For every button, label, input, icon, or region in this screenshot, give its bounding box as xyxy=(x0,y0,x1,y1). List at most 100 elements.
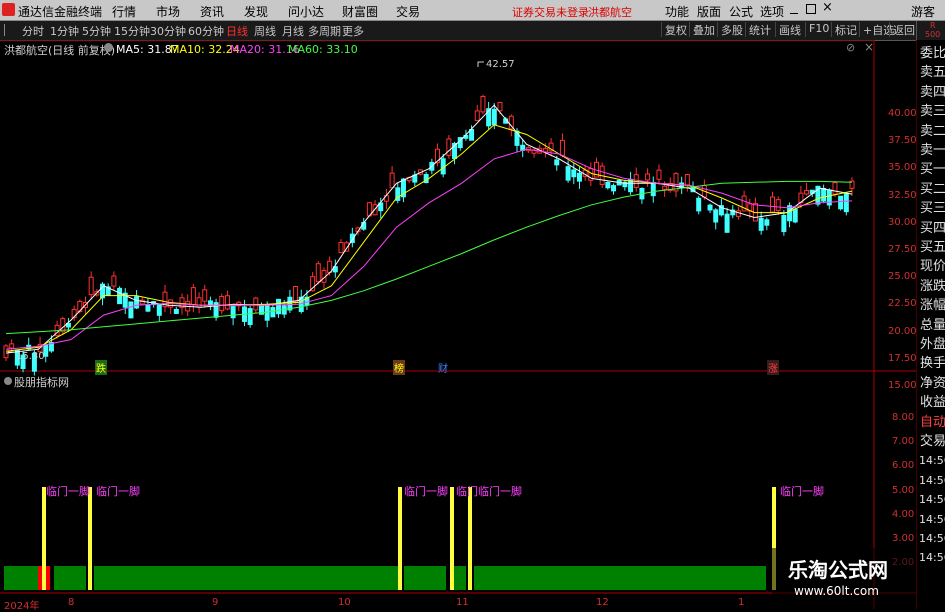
close-icon[interactable]: × xyxy=(822,0,833,15)
menu-trade[interactable]: 交易 xyxy=(396,3,420,20)
candle-body xyxy=(190,287,196,306)
period-tab-4[interactable]: 30分钟 xyxy=(150,23,186,39)
toolbar-right-button-3[interactable]: 统计 xyxy=(745,22,774,37)
toolbar-right-button-0[interactable]: 复权 xyxy=(661,22,690,37)
side-panel-item-6[interactable]: 买一 xyxy=(920,160,945,179)
candle-body xyxy=(389,172,395,189)
side-panel-item-0[interactable]: 委比 xyxy=(920,44,945,63)
period-tab-6[interactable]: 日线 xyxy=(226,23,248,39)
candle-body xyxy=(770,196,776,213)
event-marker-4[interactable]: 涨 xyxy=(767,360,779,375)
period-tab-2[interactable]: 5分钟 xyxy=(82,23,111,39)
menu-discover[interactable]: 发现 xyxy=(244,3,268,20)
signal-label-3: 临门一脚 xyxy=(404,485,448,498)
side-panel-item-1[interactable]: 卖五 xyxy=(920,63,945,82)
period-tab-1[interactable]: 1分钟 xyxy=(50,23,79,39)
side-panel-item-7[interactable]: 买二 xyxy=(920,180,945,199)
candle-body xyxy=(662,185,668,190)
toolbar-right-button-8[interactable]: 返回 xyxy=(889,22,918,37)
toolbar-right-button-6[interactable]: 标记 xyxy=(831,22,860,37)
menu-layout[interactable]: 版面 xyxy=(697,3,721,20)
side-panel-item-8[interactable]: 买三 xyxy=(920,199,945,218)
candle-body xyxy=(838,195,844,210)
side-panel-item-10[interactable]: 买五 xyxy=(920,238,945,257)
side-panel-item-13[interactable]: 涨幅 xyxy=(920,296,945,315)
period-tab-8[interactable]: 月线 xyxy=(282,23,304,39)
side-panel-item-14[interactable]: 总量 xyxy=(920,316,945,335)
side-panel-item-24[interactable]: 14:56 xyxy=(919,510,945,529)
side-panel-item-2[interactable]: 卖四 xyxy=(920,83,945,102)
menu-ask[interactable]: 问小达 xyxy=(288,3,324,20)
price-tick-2: 35.00 xyxy=(888,162,917,174)
candle-body xyxy=(781,214,787,233)
period-tab-5[interactable]: 60分钟 xyxy=(188,23,224,39)
side-panel-item-15[interactable]: 外盘 xyxy=(920,335,945,354)
period-tab-0[interactable]: 分时 xyxy=(22,23,44,39)
side-panel-item-3[interactable]: 卖三 xyxy=(920,102,945,121)
side-panel-item-22[interactable]: 14:56 xyxy=(919,471,945,490)
signal-bar-0 xyxy=(42,487,46,590)
candle-body xyxy=(156,304,162,316)
period-tab-7[interactable]: 周线 xyxy=(254,23,276,39)
period-tab-10[interactable]: 更多 xyxy=(342,23,364,39)
menu-wealth[interactable]: 财富圈 xyxy=(342,3,378,20)
period-tab-3[interactable]: 15分钟 xyxy=(114,23,150,39)
menu-market[interactable]: 市场 xyxy=(156,3,180,20)
indicator-tick-4: 4.00 xyxy=(892,508,915,520)
menu-quotes[interactable]: 行情 xyxy=(112,3,136,20)
candle-body xyxy=(128,301,134,319)
toolbar-right-button-5[interactable]: F10 xyxy=(805,22,832,37)
side-panel-item-21[interactable]: 14:56 xyxy=(919,451,945,470)
minimize-icon[interactable] xyxy=(790,5,798,14)
toolbar-right-button-2[interactable]: 多股 xyxy=(717,22,746,37)
menu-function[interactable]: 功能 xyxy=(665,3,689,20)
toolbar-right-button-1[interactable]: 叠加 xyxy=(689,22,718,37)
side-panel-item-23[interactable]: 14:56 xyxy=(919,490,945,509)
stock-name: 洪都航空 xyxy=(588,6,632,19)
toolbar-right-button-4[interactable]: 画线 xyxy=(775,22,804,37)
candle-body xyxy=(293,285,299,303)
kline-chart[interactable] xyxy=(0,40,916,609)
side-panel-item-26[interactable]: 14:56 xyxy=(919,548,945,567)
candle-body xyxy=(446,138,452,156)
candle-body xyxy=(804,190,810,195)
menu-options[interactable]: 选项 xyxy=(760,3,784,20)
side-panel-item-5[interactable]: 卖一 xyxy=(920,141,945,160)
candle-body xyxy=(264,305,270,321)
candle-body xyxy=(707,204,713,211)
side-panel-item-4[interactable]: 卖二 xyxy=(920,122,945,141)
candle-body xyxy=(230,306,236,319)
side-panel-item-11[interactable]: 现价 xyxy=(920,257,945,276)
candle-body xyxy=(207,300,213,306)
side-panel-item-19[interactable]: 自动 xyxy=(920,413,945,432)
menu-formula[interactable]: 公式 xyxy=(729,3,753,20)
event-marker-3[interactable]: 财 xyxy=(438,360,448,375)
corner-box: R 500 xyxy=(916,21,945,40)
side-panel-item-25[interactable]: 14:56 xyxy=(919,529,945,548)
corner-bottom: 500 xyxy=(925,30,941,39)
indicator-tick-3: 5.00 xyxy=(892,484,915,496)
side-panel-item-20[interactable]: 交易 xyxy=(920,432,945,451)
event-marker-2[interactable]: 榜 xyxy=(393,360,405,375)
period-tab-9[interactable]: 多周期 xyxy=(308,23,341,39)
side-panel-item-17[interactable]: 净资 xyxy=(920,374,945,393)
event-marker-1[interactable]: 跌 xyxy=(95,360,107,375)
menu-news[interactable]: 资讯 xyxy=(200,3,224,20)
x-label-dec: 12 xyxy=(596,597,609,608)
price-tick-3: 32.50 xyxy=(888,189,917,201)
maximize-icon[interactable] xyxy=(806,4,816,14)
signal-band-5 xyxy=(474,566,766,590)
indicator-settings-icon[interactable] xyxy=(4,377,12,385)
side-panel-item-18[interactable]: 收益 xyxy=(920,393,945,412)
side-panel-item-9[interactable]: 买四 xyxy=(920,219,945,238)
guest-user[interactable]: 游客 xyxy=(911,3,935,20)
x-label-oct: 10 xyxy=(338,597,351,608)
side-panel-item-12[interactable]: 涨跌 xyxy=(920,277,945,296)
candle-body xyxy=(576,172,582,182)
candle-body xyxy=(3,345,9,359)
side-panel-item-16[interactable]: 换手 xyxy=(920,354,945,373)
high-price-label: 42.57 xyxy=(486,59,515,70)
quote-side-panel[interactable]: 委比 卖五 卖四 卖三 卖二 卖一 买一 买二 买三 买四 买五 现价 涨跌 涨幅 总量 外盘 换手 净资 收益 自动… xyxy=(916,40,945,609)
indicator-title: 股朋指标网 xyxy=(14,376,69,389)
signal-bar-4 xyxy=(468,487,472,590)
